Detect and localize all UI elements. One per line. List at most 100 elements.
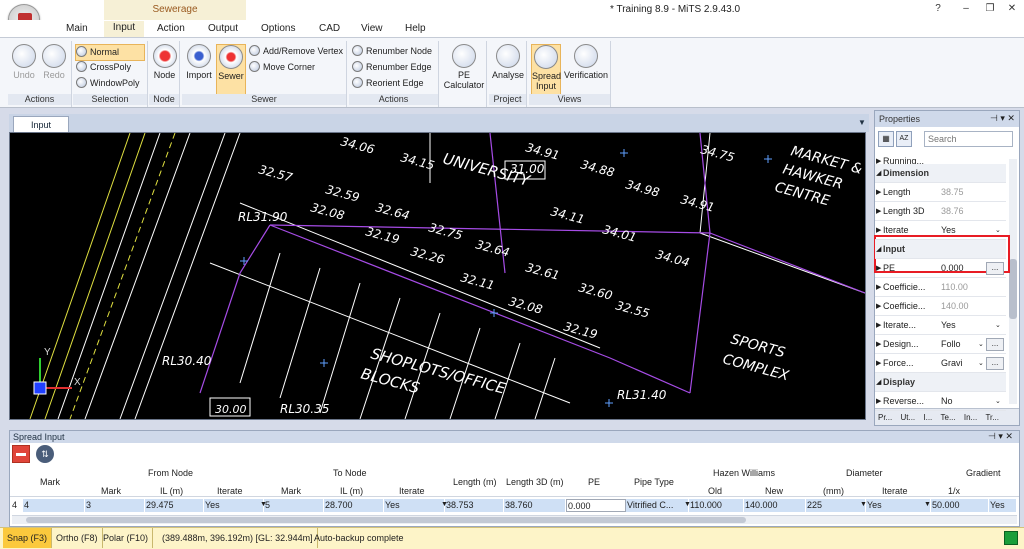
- property-value[interactable]: 38.75: [941, 183, 1003, 202]
- cell-mark[interactable]: 4: [23, 499, 85, 512]
- col-length3d[interactable]: Length 3D (m): [506, 477, 564, 487]
- property-value[interactable]: No: [941, 392, 1003, 411]
- cell-length3d[interactable]: 38.760: [504, 499, 566, 512]
- add-remove-vertex-button[interactable]: Add/Remove Vertex: [249, 44, 343, 59]
- col-to-mark[interactable]: Mark: [281, 486, 301, 496]
- tab-output[interactable]: Output: [208, 22, 238, 35]
- cad-drawing[interactable]: 34.06 34.15 31.00 34.91 34.88 34.75 32.5…: [10, 132, 866, 424]
- cell-diameter-mm[interactable]: 225: [806, 499, 866, 512]
- ellipsis-button[interactable]: ...: [986, 338, 1004, 351]
- import-button[interactable]: Import: [184, 44, 214, 80]
- tab-te[interactable]: Te...: [938, 413, 959, 422]
- col-from-mark[interactable]: Mark: [101, 486, 121, 496]
- dropdown-arrow-icon[interactable]: ⌄: [978, 335, 984, 354]
- cell-from-mark[interactable]: 3: [85, 499, 145, 512]
- spread-pin-icon[interactable]: ⊣ ▾ ✕: [988, 431, 1013, 442]
- normal-select-button[interactable]: Normal: [75, 44, 145, 61]
- cell-length[interactable]: 38.753: [445, 499, 504, 512]
- tab-tr[interactable]: Tr...: [982, 413, 1001, 422]
- collapse-arrow-icon[interactable]: ◢: [876, 373, 881, 392]
- col-old[interactable]: Old: [708, 486, 722, 496]
- tab-dropdown-icon[interactable]: ▼: [858, 118, 866, 127]
- tab-action[interactable]: Action: [157, 22, 185, 35]
- dropdown-arrow-icon[interactable]: ▼: [860, 501, 867, 508]
- col-pe[interactable]: PE: [588, 477, 600, 487]
- property-value[interactable]: 110.00: [941, 278, 1003, 297]
- property-category[interactable]: ◢ Input: [875, 240, 1006, 259]
- property-value[interactable]: 38.76: [941, 202, 1003, 221]
- cell-hazen-old[interactable]: 110.000: [689, 499, 744, 512]
- tab-view[interactable]: View: [361, 22, 383, 35]
- property-row[interactable]: ▶ PE 0.000...: [875, 259, 1006, 278]
- tab-input-document[interactable]: Input: [13, 116, 69, 133]
- categorized-sort-icon[interactable]: ▦: [878, 131, 894, 147]
- pe-calculator-button[interactable]: PE Calculator: [443, 44, 485, 90]
- row-number[interactable]: 4: [11, 499, 23, 512]
- alphabetical-sort-icon[interactable]: AZ: [896, 131, 912, 147]
- renumber-edge-button[interactable]: Renumber Edge: [352, 60, 432, 75]
- column-filter-button[interactable]: ⇅: [36, 445, 54, 463]
- crosspoly-button[interactable]: CrossPoly: [76, 60, 131, 75]
- tab-i[interactable]: I...: [920, 413, 935, 422]
- property-row[interactable]: ▶ Length 38.75: [875, 183, 1006, 202]
- cell-diameter-iterate[interactable]: Yes: [866, 499, 931, 512]
- property-category[interactable]: ◢ Dimension: [875, 164, 1006, 183]
- close-icon[interactable]: ✕: [1004, 3, 1020, 14]
- properties-scrollbar[interactable]: [1009, 159, 1017, 404]
- col-from-il[interactable]: IL (m): [160, 486, 183, 496]
- windowpoly-button[interactable]: WindowPoly: [76, 76, 140, 91]
- dropdown-arrow-icon[interactable]: ⌄: [995, 221, 1001, 240]
- tab-cad[interactable]: CAD: [319, 22, 340, 35]
- cell-hazen-new[interactable]: 140.000: [744, 499, 806, 512]
- redo-button[interactable]: Redo: [40, 44, 68, 80]
- tab-utilities[interactable]: Ut...: [897, 413, 918, 422]
- tab-help[interactable]: Help: [405, 22, 426, 35]
- verification-button[interactable]: Verification: [563, 44, 609, 80]
- renumber-node-button[interactable]: Renumber Node: [352, 44, 432, 59]
- spread-horizontal-scrollbar[interactable]: [12, 515, 1017, 524]
- property-row[interactable]: ▶ Coefficie... 140.00: [875, 297, 1006, 316]
- move-corner-button[interactable]: Move Corner: [249, 60, 315, 75]
- cell-to-il[interactable]: 28.700: [324, 499, 384, 512]
- col-new[interactable]: New: [765, 486, 783, 496]
- snap-toggle[interactable]: Snap (F3): [3, 528, 53, 548]
- cell-pipe-type[interactable]: Vitrified C...: [626, 499, 689, 512]
- pin-icon[interactable]: ⊣ ▾ ✕: [990, 113, 1015, 124]
- cad-viewport[interactable]: 34.06 34.15 31.00 34.91 34.88 34.75 32.5…: [9, 132, 866, 424]
- col-mark[interactable]: Mark: [40, 477, 60, 487]
- dropdown-arrow-icon[interactable]: ⌄: [995, 316, 1001, 335]
- dropdown-arrow-icon[interactable]: ⌄: [978, 354, 984, 373]
- property-row[interactable]: ▶ Design... Follo ⌄...: [875, 335, 1006, 354]
- property-value[interactable]: 140.00: [941, 297, 1003, 316]
- polar-toggle[interactable]: Polar (F10): [99, 528, 154, 548]
- property-row[interactable]: ▶ Coefficie... 110.00: [875, 278, 1006, 297]
- dropdown-arrow-icon[interactable]: ▼: [441, 501, 448, 508]
- property-value[interactable]: Yes: [941, 316, 1003, 335]
- remove-row-button[interactable]: [12, 445, 30, 463]
- dropdown-arrow-icon[interactable]: ▼: [684, 501, 691, 508]
- spread-input-button[interactable]: Spread Input: [531, 44, 561, 96]
- property-category[interactable]: ◢ Display: [875, 373, 1006, 392]
- cell-to-iterate[interactable]: Yes: [384, 499, 445, 512]
- tab-in[interactable]: In...: [961, 413, 980, 422]
- ellipsis-button[interactable]: ...: [986, 357, 1004, 370]
- property-value[interactable]: Yes: [941, 221, 1003, 240]
- col-diameter-mm[interactable]: (mm): [823, 486, 844, 496]
- cell-from-il[interactable]: 29.475: [145, 499, 204, 512]
- tab-input[interactable]: Input: [104, 21, 144, 37]
- tab-main[interactable]: Main: [66, 22, 88, 35]
- tab-properties[interactable]: Pr...: [875, 413, 895, 422]
- property-row[interactable]: ▶ Iterate... Yes ⌄: [875, 316, 1006, 335]
- cell-gradient[interactable]: 50.000: [931, 499, 989, 512]
- sewer-button[interactable]: Sewer: [216, 44, 246, 96]
- cell-from-iterate[interactable]: Yes: [204, 499, 264, 512]
- property-row[interactable]: ▶ Force... Gravi ⌄...: [875, 354, 1006, 373]
- properties-search-input[interactable]: [924, 131, 1013, 147]
- analyse-button[interactable]: Analyse: [491, 44, 525, 80]
- help-icon[interactable]: ?: [930, 3, 946, 14]
- minimize-icon[interactable]: –: [958, 3, 974, 14]
- tab-options[interactable]: Options: [261, 22, 295, 35]
- col-pipe-type[interactable]: Pipe Type: [634, 477, 674, 487]
- property-row[interactable]: ▶ Reverse... No ⌄: [875, 392, 1006, 411]
- undo-button[interactable]: Undo: [10, 44, 38, 80]
